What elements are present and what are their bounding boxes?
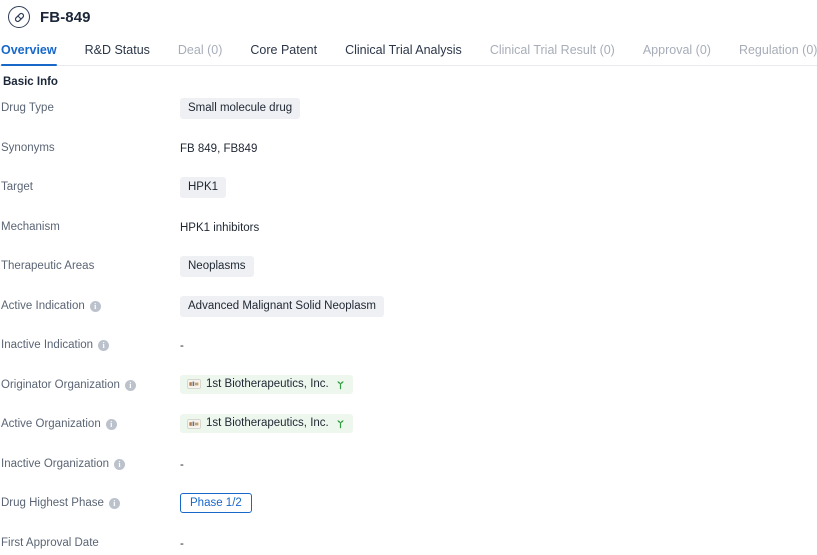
tab-clinical-trial-analysis[interactable]: Clinical Trial Analysis: [331, 43, 476, 66]
field-value-target: HPK1: [180, 171, 817, 199]
mechanism-text: HPK1 inhibitors: [180, 221, 260, 234]
field-value-drug-highest-phase: Phase 1/2: [180, 487, 817, 513]
section-title-basic-info: Basic Info: [3, 76, 58, 88]
company-logo-icon: [187, 418, 201, 429]
info-icon[interactable]: i: [98, 340, 110, 352]
info-icon[interactable]: i: [89, 300, 101, 312]
field-label-active-indication: Active Indication i: [1, 290, 180, 314]
info-icon[interactable]: i: [108, 498, 120, 510]
field-row-inactive-indication: Inactive Indication i -: [1, 329, 817, 369]
organization-name: 1st Biotherapeutics, Inc.: [206, 417, 329, 429]
synonyms-text: FB 849, FB849: [180, 142, 258, 155]
field-value-drug-type: Small molecule drug: [180, 92, 817, 120]
tab-bar: Overview R&D Status Deal (0) Core Patent…: [0, 32, 817, 66]
field-value-active-indication: Advanced Malignant Solid Neoplasm: [180, 290, 817, 317]
field-label-drug-type: Drug Type: [1, 92, 180, 116]
field-row-therapeutic-areas: Therapeutic Areas Neoplasms: [1, 250, 817, 290]
overview-panel: Basic Info Drug Type Small molecule drug…: [0, 66, 817, 555]
field-value-inactive-indication: -: [180, 329, 817, 353]
status-badge-phase[interactable]: Phase 1/2: [180, 493, 252, 513]
empty-value: -: [180, 340, 184, 352]
sprout-icon[interactable]: [335, 418, 346, 429]
tab-clinical-trial-result[interactable]: Clinical Trial Result (0): [476, 43, 629, 66]
field-label-originator-organization: Originator Organization i: [1, 369, 180, 393]
empty-value: -: [180, 458, 184, 471]
field-label-inactive-indication: Inactive Indication i: [1, 329, 180, 353]
tab-regulation[interactable]: Regulation (0): [725, 43, 817, 66]
field-label-synonyms: Synonyms: [1, 132, 180, 156]
tab-rd-status[interactable]: R&D Status: [71, 43, 164, 66]
chip-active-indication[interactable]: Advanced Malignant Solid Neoplasm: [180, 295, 384, 317]
tab-core-patent[interactable]: Core Patent: [236, 43, 331, 66]
tab-overview[interactable]: Overview: [1, 43, 71, 66]
tab-deal[interactable]: Deal (0): [164, 43, 236, 66]
field-row-drug-highest-phase: Drug Highest Phase i Phase 1/2: [1, 487, 817, 527]
chip-drug-type[interactable]: Small molecule drug: [180, 98, 301, 120]
chip-organization[interactable]: 1st Biotherapeutics, Inc.: [180, 414, 353, 434]
field-value-originator-organization: 1st Biotherapeutics, Inc.: [180, 369, 817, 394]
sprout-icon[interactable]: [335, 379, 346, 390]
field-label-text: Inactive Indication: [1, 339, 94, 351]
field-row-drug-type: Drug Type Small molecule drug: [1, 92, 817, 132]
field-label-target: Target: [1, 171, 180, 195]
page-header: FB-849: [0, 0, 817, 32]
field-label-therapeutic-areas: Therapeutic Areas: [1, 250, 180, 274]
chip-organization[interactable]: 1st Biotherapeutics, Inc.: [180, 374, 353, 394]
field-row-originator-organization: Originator Organization i 1st Biotherape…: [1, 369, 817, 409]
info-icon[interactable]: i: [114, 458, 126, 470]
chip-therapeutic-area[interactable]: Neoplasms: [180, 256, 254, 278]
field-label-first-approval-date: First Approval Date: [1, 527, 180, 551]
capsule-icon: [8, 6, 30, 28]
field-label-text: Active Organization: [1, 418, 101, 430]
field-label-text: Originator Organization: [1, 378, 120, 391]
empty-value: -: [180, 537, 184, 550]
chip-target[interactable]: HPK1: [180, 177, 227, 199]
field-label-text: Target: [1, 181, 33, 193]
field-value-first-approval-date: -: [180, 527, 817, 551]
field-value-synonyms: FB 849, FB849: [180, 132, 817, 156]
field-value-mechanism: HPK1 inhibitors: [180, 211, 817, 235]
organization-name: 1st Biotherapeutics, Inc.: [206, 377, 329, 390]
page-title: FB-849: [40, 8, 91, 26]
field-row-inactive-organization: Inactive Organization i -: [1, 448, 817, 488]
field-row-first-approval-date: First Approval Date -: [1, 527, 817, 555]
field-label-text: Mechanism: [1, 220, 60, 233]
field-row-synonyms: Synonyms FB 849, FB849: [1, 132, 817, 172]
field-row-active-indication: Active Indication i Advanced Malignant S…: [1, 290, 817, 330]
field-label-text: Therapeutic Areas: [1, 260, 95, 272]
field-row-mechanism: Mechanism HPK1 inhibitors: [1, 211, 817, 251]
field-value-active-organization: 1st Biotherapeutics, Inc.: [180, 408, 817, 434]
field-row-active-organization: Active Organization i 1st Biotherapeutic…: [1, 408, 817, 448]
info-icon[interactable]: i: [124, 379, 136, 391]
field-label-active-organization: Active Organization i: [1, 408, 180, 432]
field-label-mechanism: Mechanism: [1, 211, 180, 235]
company-logo-icon: [187, 379, 201, 390]
field-label-text: Drug Type: [1, 102, 54, 114]
field-label-text: Inactive Organization: [1, 457, 110, 470]
field-label-text: Synonyms: [1, 141, 55, 154]
field-label-text: Drug Highest Phase: [1, 497, 104, 509]
field-label-inactive-organization: Inactive Organization i: [1, 448, 180, 472]
info-icon[interactable]: i: [105, 419, 117, 431]
field-value-inactive-organization: -: [180, 448, 817, 472]
field-label-text: Active Indication: [1, 299, 85, 312]
field-label-text: First Approval Date: [1, 536, 99, 549]
field-value-therapeutic-areas: Neoplasms: [180, 250, 817, 278]
field-label-drug-highest-phase: Drug Highest Phase i: [1, 487, 180, 511]
field-row-target: Target HPK1: [1, 171, 817, 211]
tab-approval[interactable]: Approval (0): [629, 43, 725, 66]
